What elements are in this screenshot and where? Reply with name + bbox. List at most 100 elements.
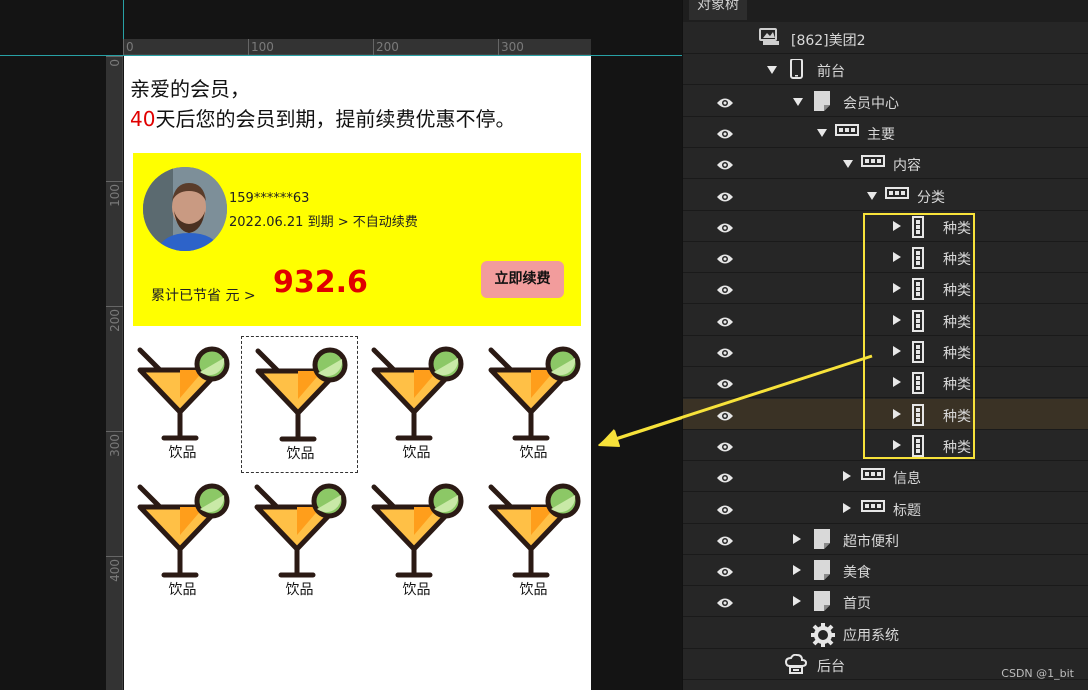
visibility-eye-icon[interactable] (717, 313, 733, 327)
collapse-caret-icon[interactable] (893, 346, 901, 356)
category-label: 饮品 (168, 445, 197, 461)
collapse-caret-icon[interactable] (843, 471, 851, 482)
tree-row[interactable]: 种类 (683, 211, 1088, 242)
ruler-tick: 200 (373, 39, 399, 55)
collapse-caret-icon[interactable] (893, 220, 901, 231)
tree-row[interactable]: 种类 (683, 430, 1088, 461)
column-icon (911, 278, 933, 301)
saved-label[interactable]: 累计已节省 元 > (151, 285, 256, 305)
tree-row[interactable]: 种类 (683, 273, 1088, 305)
column-icon (911, 372, 933, 395)
panel-tab[interactable]: 对象树 (683, 0, 1088, 22)
expand-caret-icon[interactable] (767, 66, 777, 75)
visibility-eye-icon[interactable] (717, 469, 733, 483)
collapse-caret-icon[interactable] (893, 252, 901, 263)
tree-row[interactable]: 内容 (683, 148, 1088, 180)
category-item[interactable]: 饮品 (475, 336, 592, 473)
category-item[interactable]: 饮品 (124, 336, 241, 473)
tree-row[interactable]: 种类 (683, 242, 1088, 274)
visibility-eye-icon[interactable] (717, 281, 733, 295)
collapse-caret-icon[interactable] (893, 283, 901, 294)
expand-caret-icon[interactable] (793, 97, 803, 106)
ruler-tick: 400 (108, 559, 122, 582)
expire-info[interactable]: 2022.06.21 到期 > 不自动续费 (229, 211, 418, 230)
visibility-eye-icon[interactable] (717, 156, 733, 170)
visibility-eye-icon[interactable] (717, 375, 733, 389)
page-icon (811, 528, 833, 549)
collapse-caret-icon[interactable] (793, 596, 801, 607)
visibility-eye-icon[interactable] (717, 125, 733, 139)
visibility-eye-icon[interactable] (717, 532, 733, 546)
panel-icon (861, 153, 885, 173)
tree-row-label: 主要 (867, 126, 895, 143)
category-item[interactable]: 饮品 (475, 473, 592, 610)
tree-row[interactable]: 超市便利 (683, 524, 1088, 555)
page-icon (811, 560, 833, 581)
tree-row[interactable]: 标题 (683, 493, 1088, 524)
column-icon (911, 434, 933, 457)
tree-row[interactable]: 种类 (683, 305, 1088, 336)
tree-row[interactable]: 会员中心 (683, 86, 1088, 117)
visibility-eye-icon[interactable] (717, 438, 733, 452)
expand-caret-icon[interactable] (817, 128, 827, 137)
ruler-tick: 100 (108, 184, 122, 207)
member-card[interactable]: 159******63 2022.06.21 到期 > 不自动续费 累计已节省 … (133, 153, 581, 326)
category-item[interactable]: 饮品 (241, 473, 358, 610)
expand-caret-icon[interactable] (843, 160, 853, 169)
tree-row-label: 美食 (843, 565, 871, 582)
visibility-eye-icon[interactable] (717, 188, 733, 202)
collapse-caret-icon[interactable] (893, 377, 901, 388)
tree-row[interactable]: 分类 (683, 180, 1088, 211)
tree-row[interactable]: 前台 (683, 54, 1088, 86)
category-item[interactable]: 饮品 (358, 336, 475, 473)
collapse-caret-icon[interactable] (893, 439, 901, 450)
phone-preview[interactable]: 亲爱的会员， 40天后您的会员到期，提前续费优惠不停。 159******63 … (124, 56, 591, 690)
cloud-icon (784, 653, 808, 674)
collapse-caret-icon[interactable] (893, 314, 901, 325)
tree-row[interactable]: [862]美团2 (683, 23, 1088, 54)
category-item[interactable]: 饮品 (358, 473, 475, 610)
mobile-icon (785, 58, 807, 80)
design-canvas[interactable]: 0 100 200 300 0 100 200 300 400 亲爱的会员， 4… (0, 0, 682, 690)
category-item[interactable]: 饮品 (241, 336, 358, 473)
tree-row-label: 应用系统 (843, 627, 899, 644)
greeting-line-1: 亲爱的会员， (130, 77, 250, 101)
tree-row[interactable]: 应用系统 (683, 618, 1088, 649)
tree-row[interactable]: 首页 (683, 586, 1088, 618)
collapse-caret-icon[interactable] (793, 565, 801, 576)
object-tree-panel[interactable]: 对象树 [862]美团2 前台 会员中心 主要 内容 分类 种类 种类 种类 种类 种类 种类 种类 种类… (682, 0, 1088, 690)
tree-row-label: 种类 (943, 377, 971, 394)
visibility-eye-icon[interactable] (717, 501, 733, 515)
tree-row-label: 种类 (943, 220, 971, 237)
tree-row[interactable]: 信息 (683, 461, 1088, 493)
gear-icon (811, 622, 835, 647)
page-icon (811, 591, 833, 612)
visibility-eye-icon[interactable] (717, 407, 733, 421)
column-icon (911, 403, 933, 426)
tree-row[interactable]: 美食 (683, 555, 1088, 587)
visibility-eye-icon[interactable] (717, 94, 733, 108)
visibility-eye-icon[interactable] (717, 563, 733, 577)
tree-row-label: 内容 (893, 158, 921, 175)
collapse-caret-icon[interactable] (843, 502, 851, 513)
ruler-top: 0 100 200 300 (123, 39, 591, 55)
tree-row[interactable]: 种类 (683, 336, 1088, 367)
panel-icon (861, 466, 885, 486)
collapse-caret-icon[interactable] (793, 533, 801, 544)
project-icon (759, 28, 781, 48)
category-label: 饮品 (285, 582, 314, 598)
renew-button[interactable]: 立即续费 (481, 261, 564, 298)
collapse-caret-icon[interactable] (893, 408, 901, 419)
panel-title[interactable]: 对象树 (689, 0, 747, 20)
column-icon (911, 341, 933, 363)
tree-row[interactable]: 种类 (683, 398, 1088, 430)
visibility-eye-icon[interactable] (717, 250, 733, 264)
tree-row[interactable]: 种类 (683, 367, 1088, 399)
tree-row-label: 信息 (893, 471, 921, 488)
tree-row[interactable]: 主要 (683, 117, 1088, 148)
visibility-eye-icon[interactable] (717, 344, 733, 358)
category-item[interactable]: 饮品 (124, 473, 241, 610)
expand-caret-icon[interactable] (867, 191, 877, 200)
visibility-eye-icon[interactable] (717, 594, 733, 608)
visibility-eye-icon[interactable] (717, 219, 733, 233)
